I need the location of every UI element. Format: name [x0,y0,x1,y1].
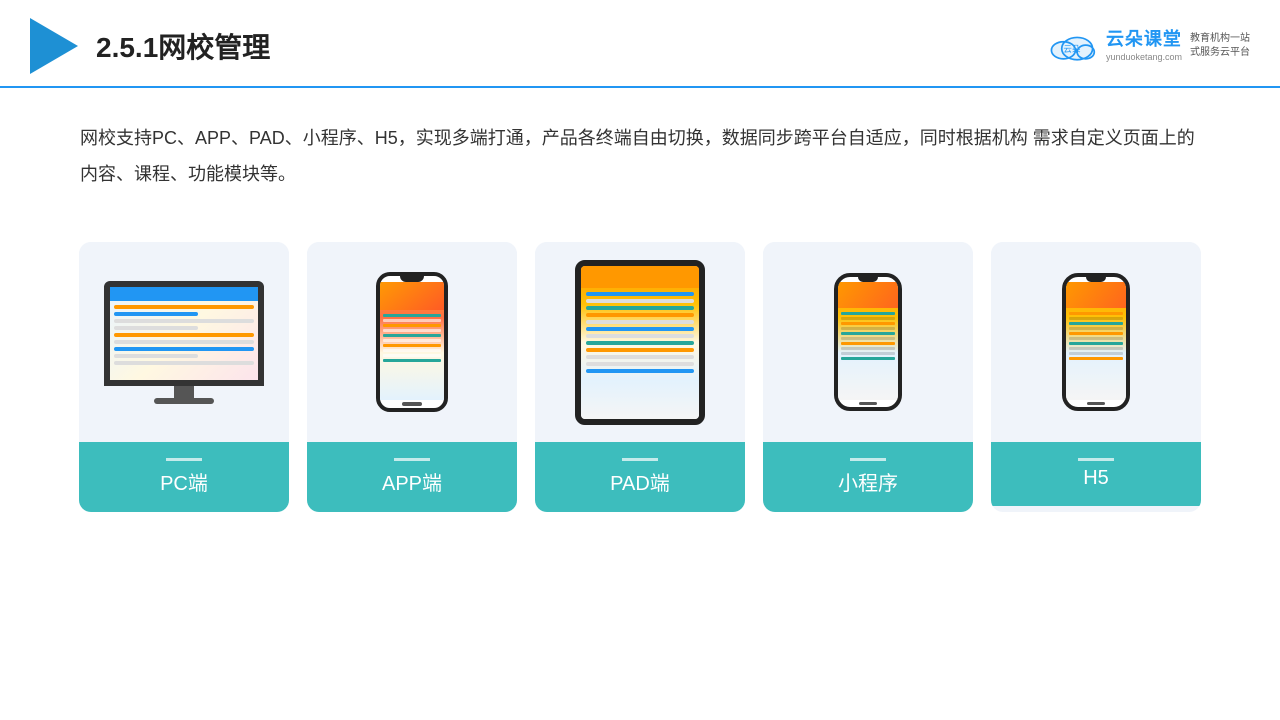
brand-text: 云朵课堂 yunduoketang.com [1106,28,1182,63]
pad-label: PAD端 [535,442,745,512]
miniprogram-image-area [763,242,973,442]
app-phone-icon [376,272,448,412]
card-pc: PC端 [79,242,289,512]
header: 2.5.1网校管理 云朵 云朵课堂 yunduoketang.com 教育机构一… [0,0,1280,88]
app-image-area [307,242,517,442]
cards-container: PC端 [0,212,1280,542]
svg-text:云朵: 云朵 [1063,44,1081,54]
cloud-icon: 云朵 [1046,28,1098,64]
brand-name: 云朵课堂 [1106,28,1182,51]
description-text: 网校支持PC、APP、PAD、小程序、H5，实现多端打通，产品各终端自由切换，数… [0,88,1280,212]
card-h5: H5 [991,242,1201,512]
h5-image-area [991,242,1201,442]
miniprogram-phone-icon [834,273,902,411]
brand-logo: 云朵 云朵课堂 yunduoketang.com 教育机构一站式服务云平台 [1046,28,1250,64]
brand-slogan: 教育机构一站式服务云平台 [1190,32,1250,60]
h5-label: H5 [991,442,1201,506]
pc-label: PC端 [79,442,289,512]
card-app: APP端 [307,242,517,512]
pc-monitor-icon [104,281,264,404]
card-miniprogram: 小程序 [763,242,973,512]
h5-phone-icon [1062,273,1130,411]
header-left: 2.5.1网校管理 [30,18,270,74]
logo-triangle-icon [30,18,78,74]
brand-url: yunduoketang.com [1106,52,1182,64]
header-right: 云朵 云朵课堂 yunduoketang.com 教育机构一站式服务云平台 [1046,28,1250,64]
card-pad: PAD端 [535,242,745,512]
pad-tablet-icon [575,260,705,425]
page-title: 2.5.1网校管理 [96,26,270,66]
pad-image-area [535,242,745,442]
app-label: APP端 [307,442,517,512]
miniprogram-label: 小程序 [763,442,973,512]
pc-image-area [79,242,289,442]
